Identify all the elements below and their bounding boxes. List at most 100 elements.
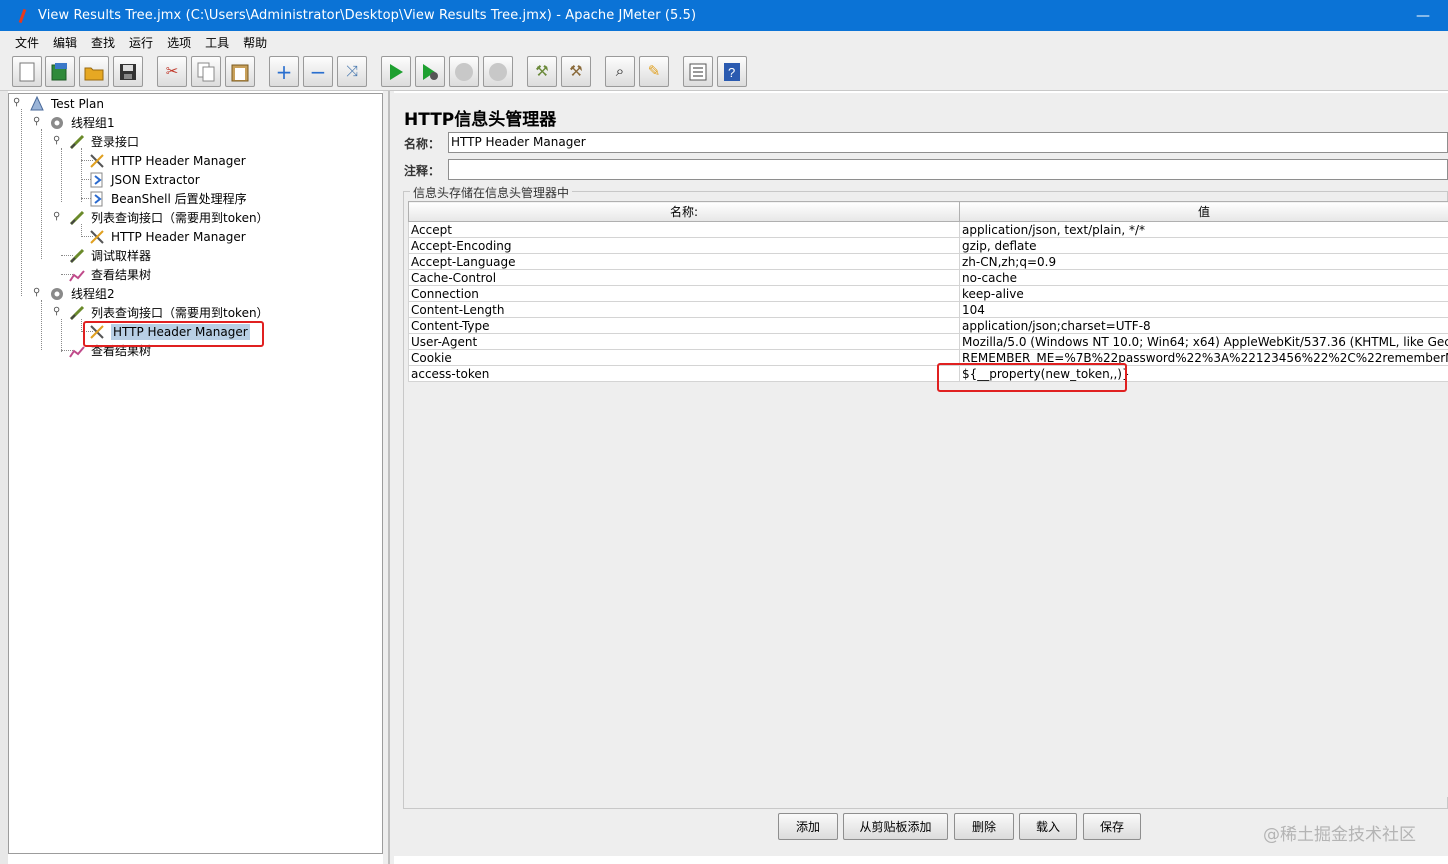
name-label: 名称： bbox=[404, 137, 441, 151]
node-handle-icon[interactable]: ⚲ bbox=[53, 306, 60, 317]
header-name-cell[interactable]: Content-Type bbox=[408, 317, 960, 334]
shutdown-button[interactable] bbox=[483, 56, 513, 87]
tree-item-debug-sampler[interactable]: 调试取样器 bbox=[53, 246, 151, 265]
save-headers-button[interactable]: 保存 bbox=[1083, 813, 1141, 840]
tree-item-json-extractor[interactable]: JSON Extractor bbox=[73, 170, 200, 189]
table-row[interactable]: Cookie REMEMBER_ME=%7B%22password%22%3A%2… bbox=[408, 349, 1448, 366]
menu-run[interactable]: 运行 bbox=[129, 34, 153, 51]
table-row[interactable]: Cache-Control no-cache bbox=[408, 269, 1448, 286]
split-pane-divider[interactable] bbox=[383, 91, 394, 864]
open-button[interactable] bbox=[79, 56, 109, 87]
menu-edit[interactable]: 编辑 bbox=[53, 34, 77, 51]
copy-button[interactable] bbox=[191, 56, 221, 87]
paste-button[interactable] bbox=[225, 56, 255, 87]
header-name-cell[interactable]: User-Agent bbox=[408, 333, 960, 350]
node-handle-icon[interactable]: ⚲ bbox=[13, 97, 20, 108]
header-name-cell[interactable]: Connection bbox=[408, 285, 960, 302]
delete-button[interactable]: 删除 bbox=[954, 813, 1014, 840]
tree-item-list-query-sampler-1[interactable]: ⚲ 列表查询接口（需要用到token） bbox=[53, 208, 269, 227]
header-name-cell[interactable]: Accept-Encoding bbox=[408, 237, 960, 254]
collapse-button[interactable]: − bbox=[303, 56, 333, 87]
sampler-icon bbox=[69, 248, 87, 264]
cut-button[interactable]: ✂ bbox=[157, 56, 187, 87]
header-name-cell[interactable]: Cache-Control bbox=[408, 269, 960, 286]
toggle-button[interactable]: ⤨ bbox=[337, 56, 367, 87]
header-value-cell[interactable]: gzip, deflate bbox=[959, 237, 1448, 254]
page-title: HTTP信息头管理器 bbox=[404, 110, 557, 130]
name-field[interactable]: HTTP Header Manager bbox=[448, 132, 1448, 153]
table-row[interactable]: Accept-Language zh-CN,zh;q=0.9 bbox=[408, 253, 1448, 270]
header-value-cell[interactable]: 104 bbox=[959, 301, 1448, 318]
menu-options[interactable]: 选项 bbox=[167, 34, 191, 51]
tree-item-thread-group-1[interactable]: ⚲ 线程组1 bbox=[33, 113, 115, 132]
comment-field[interactable] bbox=[448, 159, 1448, 180]
clear-button[interactable]: ⚒ bbox=[527, 56, 557, 87]
tree-item-view-results-tree-1[interactable]: 查看结果树 bbox=[53, 265, 151, 284]
table-row[interactable]: Accept-Encoding gzip, deflate bbox=[408, 237, 1448, 254]
copy-icon bbox=[197, 62, 215, 81]
new-button[interactable] bbox=[12, 56, 42, 87]
tree-item-header-manager-2[interactable]: HTTP Header Manager bbox=[73, 227, 246, 246]
table-row[interactable]: Content-Length 104 bbox=[408, 301, 1448, 318]
header-value-cell[interactable]: zh-CN,zh;q=0.9 bbox=[959, 253, 1448, 270]
column-header-value[interactable]: 值 bbox=[959, 201, 1448, 222]
tree-item-list-query-sampler-2[interactable]: ⚲ 列表查询接口（需要用到token） bbox=[53, 303, 269, 322]
minimize-button[interactable]: — bbox=[1416, 8, 1430, 24]
start-button[interactable] bbox=[381, 56, 411, 87]
save-button[interactable] bbox=[113, 56, 143, 87]
tree-item-thread-group-2[interactable]: ⚲ 线程组2 bbox=[33, 284, 115, 303]
shutdown-icon bbox=[489, 62, 507, 81]
node-handle-icon[interactable]: ⚲ bbox=[33, 287, 40, 298]
search-button[interactable]: ⌕ bbox=[605, 56, 635, 87]
extractor-icon bbox=[89, 172, 107, 188]
node-handle-icon[interactable]: ⚲ bbox=[53, 135, 60, 146]
tree-item-label: HTTP Header Manager bbox=[111, 153, 246, 168]
header-name-cell[interactable]: Cookie bbox=[408, 349, 960, 366]
header-value-cell[interactable]: application/json, text/plain, */* bbox=[959, 221, 1448, 238]
expand-button[interactable]: + bbox=[269, 56, 299, 87]
reset-search-button[interactable]: ✎ bbox=[639, 56, 669, 87]
open-icon bbox=[84, 67, 104, 80]
header-name-cell[interactable]: Content-Length bbox=[408, 301, 960, 318]
window-title: View Results Tree.jmx (C:\Users\Administ… bbox=[38, 8, 697, 23]
sampler-icon bbox=[69, 210, 87, 226]
tree-item-login-sampler[interactable]: ⚲ 登录接口 bbox=[53, 132, 139, 151]
menu-help[interactable]: 帮助 bbox=[243, 34, 267, 51]
tree-item-test-plan[interactable]: ⚲ Test Plan bbox=[13, 94, 104, 113]
header-value-cell[interactable]: keep-alive bbox=[959, 285, 1448, 302]
header-name-cell[interactable]: Accept bbox=[408, 221, 960, 238]
header-value-cell[interactable]: no-cache bbox=[959, 269, 1448, 286]
column-header-name[interactable]: 名称: bbox=[408, 201, 960, 222]
tree-item-label: HTTP Header Manager bbox=[111, 229, 246, 244]
table-row[interactable]: Connection keep-alive bbox=[408, 285, 1448, 302]
table-row[interactable]: Content-Type application/json;charset=UTF… bbox=[408, 317, 1448, 334]
load-button[interactable]: 载入 bbox=[1019, 813, 1077, 840]
table-row[interactable]: Accept application/json, text/plain, */* bbox=[408, 221, 1448, 238]
header-value-cell[interactable]: application/json;charset=UTF-8 bbox=[959, 317, 1448, 334]
table-row[interactable]: User-Agent Mozilla/5.0 (Windows NT 10.0; … bbox=[408, 333, 1448, 350]
function-helper-button[interactable] bbox=[683, 56, 713, 87]
tree-item-label: 登录接口 bbox=[91, 135, 140, 149]
left-edge bbox=[0, 91, 8, 864]
menu-file[interactable]: 文件 bbox=[15, 34, 39, 51]
header-value-cell[interactable]: Mozilla/5.0 (Windows NT 10.0; Win64; x64… bbox=[959, 333, 1448, 350]
add-button[interactable]: 添加 bbox=[778, 813, 838, 840]
reset-search-icon: ✎ bbox=[647, 62, 661, 80]
start-no-pause-button[interactable] bbox=[415, 56, 445, 87]
table-row[interactable]: access-token ${__property(new_token,,)} bbox=[408, 365, 1448, 382]
templates-button[interactable] bbox=[45, 56, 75, 87]
node-handle-icon[interactable]: ⚲ bbox=[33, 116, 40, 127]
node-handle-icon[interactable]: ⚲ bbox=[53, 211, 60, 222]
toolbar: ✂ + − ⤨ ⚒ ⚒ ⌕ ✎ ? bbox=[0, 53, 1448, 91]
tree-item-beanshell-postprocessor[interactable]: BeanShell 后置处理程序 bbox=[73, 189, 247, 208]
stop-button[interactable] bbox=[449, 56, 479, 87]
tree-item-header-manager-1[interactable]: HTTP Header Manager bbox=[73, 151, 246, 170]
help-button[interactable]: ? bbox=[717, 56, 747, 87]
menu-tools[interactable]: 工具 bbox=[205, 34, 229, 51]
menu-search[interactable]: 查找 bbox=[91, 34, 115, 51]
clear-all-button[interactable]: ⚒ bbox=[561, 56, 591, 87]
header-name-cell[interactable]: access-token bbox=[408, 365, 960, 382]
add-from-clipboard-button[interactable]: 从剪贴板添加 bbox=[843, 813, 948, 840]
header-name-cell[interactable]: Accept-Language bbox=[408, 253, 960, 270]
tree-item-label: 列表查询接口（需要用到token） bbox=[91, 306, 269, 320]
